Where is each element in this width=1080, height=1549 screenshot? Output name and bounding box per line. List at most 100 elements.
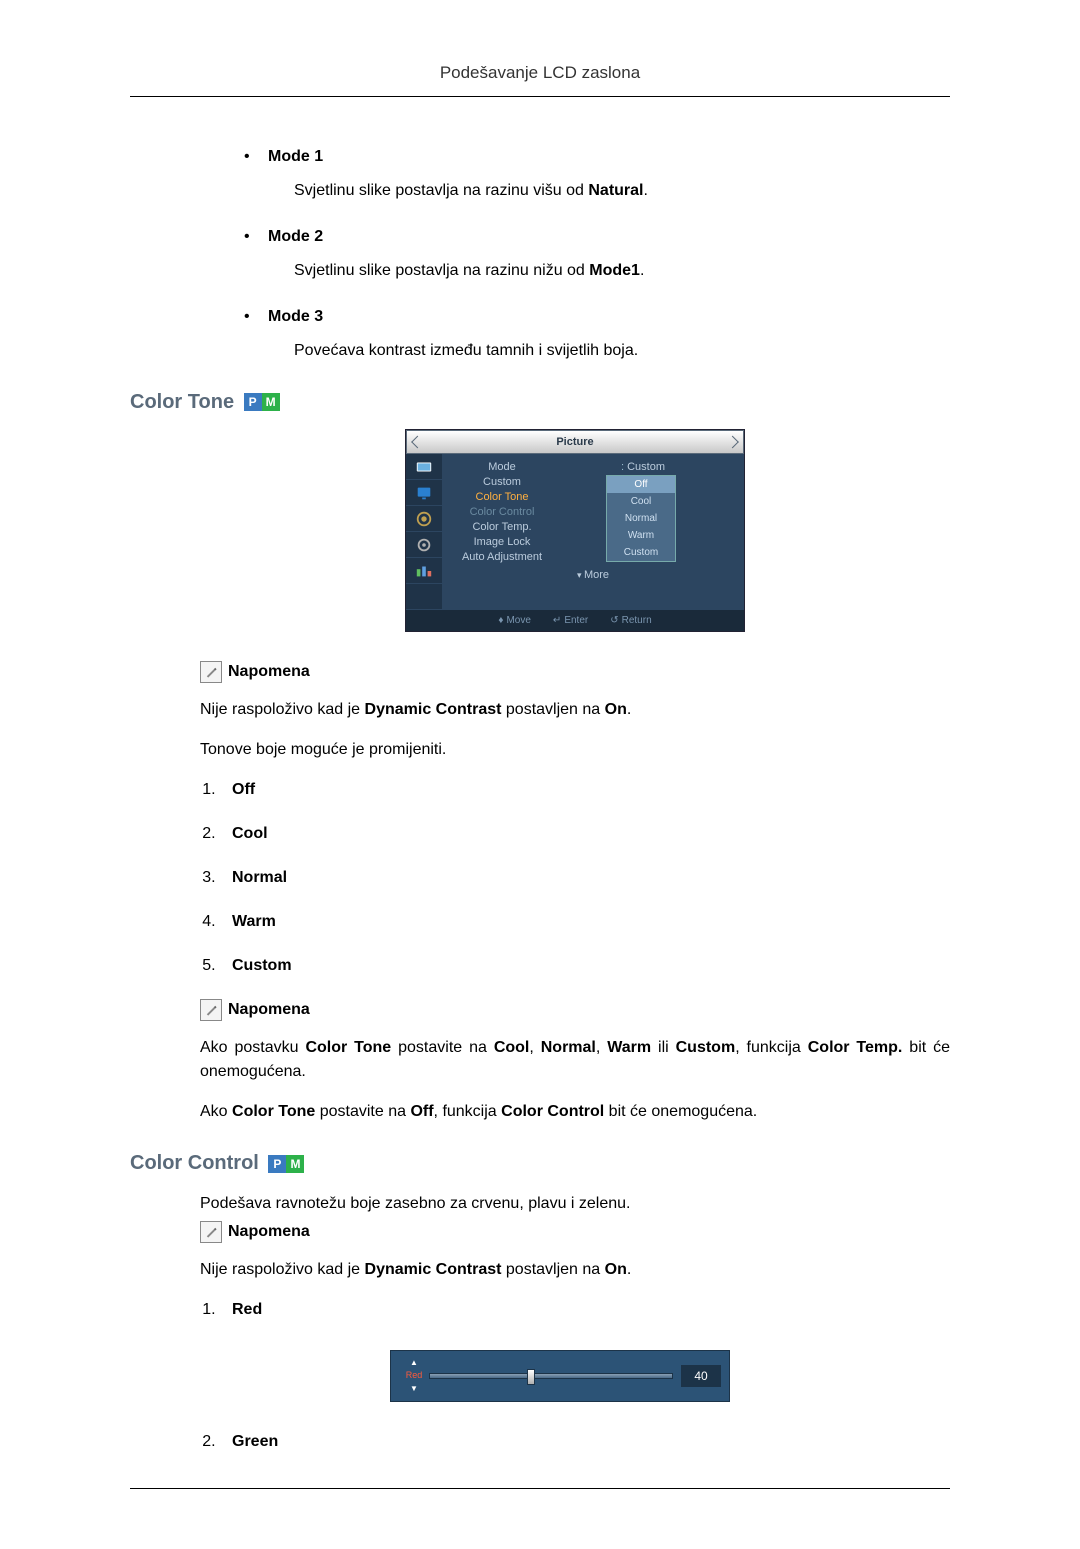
osd-tab-screen-icon [406,480,442,506]
t: postavite na [391,1039,494,1056]
color-tone-options: Off Cool Normal Warm Custom [220,778,950,978]
osd-footer-return: Return [610,613,651,628]
note-label: Napomena [228,1220,310,1244]
t: Normal [541,1039,596,1056]
t: Color Tone [232,1103,315,1120]
note-text: Ako postavku Color Tone postavite na Coo… [200,1036,950,1084]
osd-dd-normal: Normal [607,510,675,527]
text: Svjetlinu slike postavlja na razinu višu… [294,182,588,199]
t: Custom [676,1039,736,1056]
arrow-up-icon: ▲ [410,1357,418,1369]
mode-item-2: Mode 2 Svjetlinu slike postavlja na razi… [244,225,950,283]
slider-red: ▲ Red ▼ 40 [390,1350,730,1402]
opt-cool: Cool [220,822,950,846]
color-control-intro: Podešava ravnotežu boje zasebno za crven… [200,1192,950,1216]
text: Povećava kontrast između tamnih i svijet… [294,342,638,359]
mode-item-1: Mode 1 Svjetlinu slike postavlja na razi… [244,145,950,203]
opt-label: Cool [232,825,268,842]
slider-track [429,1373,673,1379]
color-control-list: Red [220,1298,950,1322]
page-title: Podešavanje LCD zaslona [130,60,950,97]
osd-tab-picture-icon [406,454,442,480]
slider-value: 40 [681,1365,721,1387]
bullet-icon [244,145,268,169]
section-heading: Color Tone [130,391,234,413]
opt-label: Normal [232,869,287,886]
opt-label: Warm [232,913,276,930]
osd-row-auto-adj: Auto Adjustment [452,549,552,566]
t: , [529,1039,540,1056]
note-text: Tonove boje moguće je promijeniti. [200,738,950,762]
mode-item-3: Mode 3 Povećava kontrast između tamnih i… [244,305,950,363]
bullet-icon [244,225,268,249]
osd-dd-custom: Custom [607,544,675,561]
t: Cool [494,1039,530,1056]
m-icon: M [262,393,280,411]
p-icon: P [244,393,262,411]
note-text: Nije raspoloživo kad je Dynamic Contrast… [200,698,950,722]
arrow-down-icon: ▼ [410,1383,418,1395]
t: Ako postavku [200,1039,305,1056]
slider-thumb [527,1369,535,1385]
footer-rule [130,1488,950,1489]
osd-row-more: More [452,567,734,584]
pm-badge: PM [268,1155,304,1173]
slider-arrows: ▲ Red ▼ [399,1357,429,1395]
text: . [640,262,644,279]
osd-title: Picture [406,430,744,455]
note-icon [200,999,222,1021]
mode-label: Mode 1 [268,145,323,169]
osd-tab-multi-icon [406,558,442,584]
t: postavljen na [501,1261,604,1278]
text-bold: Mode1 [589,262,640,279]
osd-tab-icons [406,454,442,610]
bullet-icon [244,305,268,329]
osd-dd-warm: Warm [607,527,675,544]
section-heading: Color Control [130,1152,259,1174]
opt-label: Off [232,781,255,798]
color-control-list-2: Green [220,1430,950,1454]
note-block-1: Napomena Nije raspoloživo kad je Dynamic… [200,660,950,762]
cc-label: Green [232,1433,278,1450]
t: bit će onemogućena. [604,1103,757,1120]
t: Dynamic Contrast [365,701,502,718]
note-icon [200,661,222,683]
opt-warm: Warm [220,910,950,934]
opt-off: Off [220,778,950,802]
note-icon [200,1221,222,1243]
text: . [644,182,648,199]
cc-red: Red [220,1298,950,1322]
t: On [605,1261,627,1278]
t: , [596,1039,607,1056]
osd-menu: ModeCustom Custom Color Tone Color Contr… [442,454,744,610]
opt-label: Custom [232,957,292,974]
text: Svjetlinu slike postavlja na razinu nižu… [294,262,589,279]
t: Color Control [501,1103,604,1120]
p-icon: P [268,1155,286,1173]
osd-dd-cool: Cool [607,493,675,510]
slider-channel-label: Red [406,1369,423,1383]
t: . [627,1261,631,1278]
note-label: Napomena [228,998,310,1022]
section-color-tone: Color Tone PM [130,387,950,417]
t: postavljen na [501,701,604,718]
osd-dd-off: Off [607,476,675,493]
osd-tab-blank [406,584,442,610]
mode-list: Mode 1 Svjetlinu slike postavlja na razi… [244,145,950,363]
section-color-control: Color Control PM [130,1148,950,1178]
t: , funkcija [735,1039,808,1056]
mode-label: Mode 2 [268,225,323,249]
osd-footer-move: Move [498,613,531,628]
osd-row-mode-value: Custom [552,459,734,476]
mode-desc: Svjetlinu slike postavlja na razinu višu… [294,179,950,203]
mode-desc: Povećava kontrast između tamnih i svijet… [294,339,950,363]
note-block-2: Napomena Ako postavku Color Tone postavi… [200,998,950,1124]
text-bold: Natural [588,182,643,199]
note-label: Napomena [228,660,310,684]
cc-label: Red [232,1301,262,1318]
t: ili [651,1039,676,1056]
t: Warm [607,1039,651,1056]
note-text: Nije raspoloživo kad je Dynamic Contrast… [200,1258,950,1282]
t: Nije raspoloživo kad je [200,1261,365,1278]
cc-green: Green [220,1430,950,1454]
